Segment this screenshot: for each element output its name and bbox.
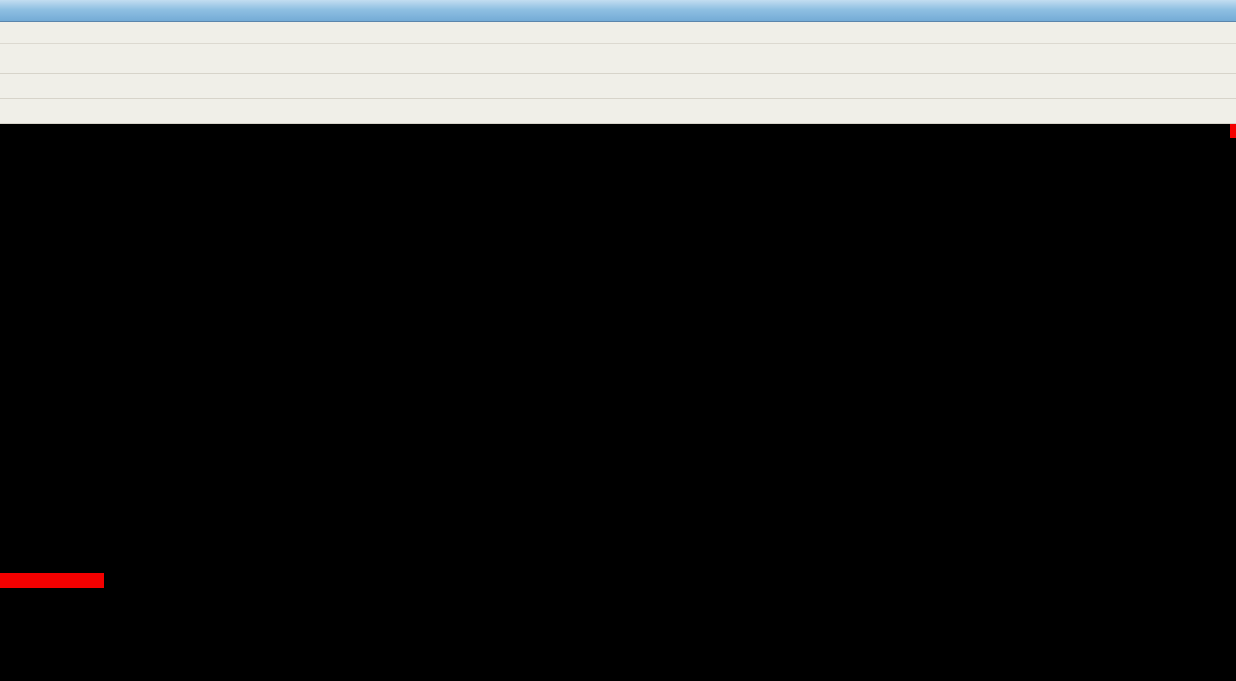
current-date-badge	[1230, 124, 1236, 138]
kline-chart-canvas[interactable]	[0, 124, 1236, 681]
toolbar-main	[0, 44, 1236, 74]
toolbar-nav	[0, 74, 1236, 99]
menubar	[0, 22, 1236, 44]
volume-last-badge	[0, 573, 104, 588]
app-window	[0, 0, 1236, 681]
toolbar-draw	[0, 99, 1236, 124]
chart-region	[0, 124, 1236, 681]
titlebar[interactable]	[0, 0, 1236, 22]
